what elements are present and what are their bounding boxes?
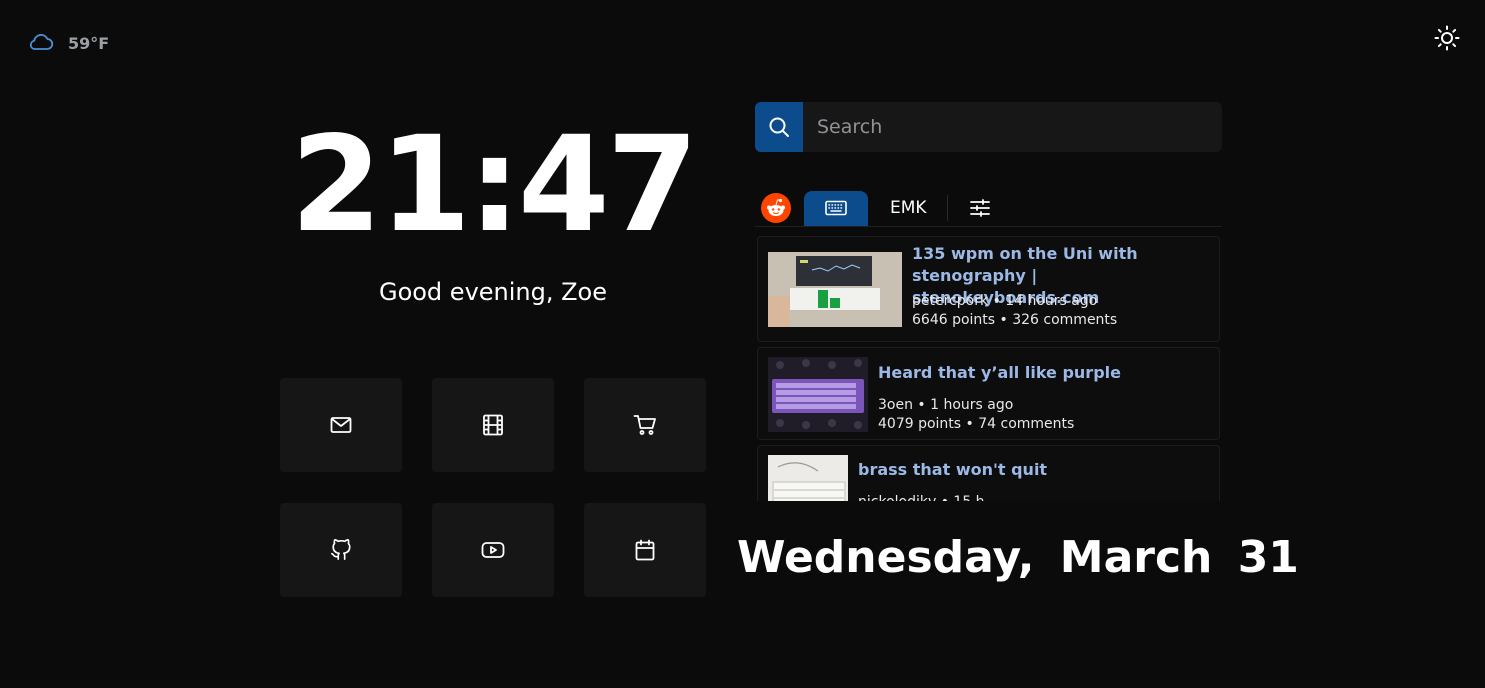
post-title[interactable]: Heard that y’all like purple [878,362,1121,384]
theme-toggle-button[interactable] [1434,25,1460,51]
post-thumbnail [768,357,868,432]
reddit-tab[interactable] [761,193,791,223]
reddit-feed: 135 wpm on the Uni with stenography | st… [755,236,1222,501]
post-title[interactable]: brass that won't quit [858,459,1047,481]
cloud-icon [27,30,54,56]
sliders-icon [969,199,990,217]
reddit-icon [767,198,785,216]
keyboard-tab[interactable] [804,190,868,226]
feed-tabs: EMK [755,190,1222,226]
youtube-shortcut[interactable] [432,503,554,597]
github-icon [331,539,351,560]
post-stats: 6646 points • 326 comments [912,312,1118,328]
emk-tab[interactable]: EMK [890,198,927,218]
greeting: Good evening, Zoe [378,278,608,306]
film-icon [483,414,503,436]
cart-shortcut[interactable] [584,378,706,472]
feed-post[interactable]: Heard that y’all like purple 3oen • 1 ho… [757,347,1220,440]
post-author-time: 3oen • 1 hours ago [878,397,1014,413]
tab-divider [946,195,948,221]
calendar-shortcut[interactable] [584,503,706,597]
post-thumbnail [768,455,848,501]
feed-post[interactable]: 135 wpm on the Uni with stenography | st… [757,236,1220,342]
tabs-divider [755,226,1222,227]
sun-icon [1434,25,1460,51]
temperature: 59°F [68,33,110,53]
mail-icon [330,417,352,433]
calendar-icon [635,539,655,561]
feed-post[interactable]: brass that won't quit nickolodikv • 15 h [757,445,1220,501]
post-author-time: nickolodikv • 15 h [858,493,985,501]
clock: 21:47 [290,108,698,262]
search-bar [755,102,1222,152]
film-shortcut[interactable] [432,378,554,472]
mail-shortcut[interactable] [280,378,402,472]
date-display: Wednesday, March 31 [737,532,1299,583]
search-input[interactable] [803,102,1222,152]
search-icon [769,117,789,137]
cart-icon [633,415,656,435]
youtube-icon [481,542,505,558]
post-stats: 4079 points • 74 comments [878,416,1075,432]
feed-settings-button[interactable] [969,199,990,217]
weather-widget: 59°F [27,30,109,56]
post-thumbnail [768,252,902,327]
search-button[interactable] [755,102,803,152]
github-shortcut[interactable] [280,503,402,597]
post-author-time: petercpork • 14 hours ago [912,293,1098,309]
keyboard-icon [825,200,847,216]
